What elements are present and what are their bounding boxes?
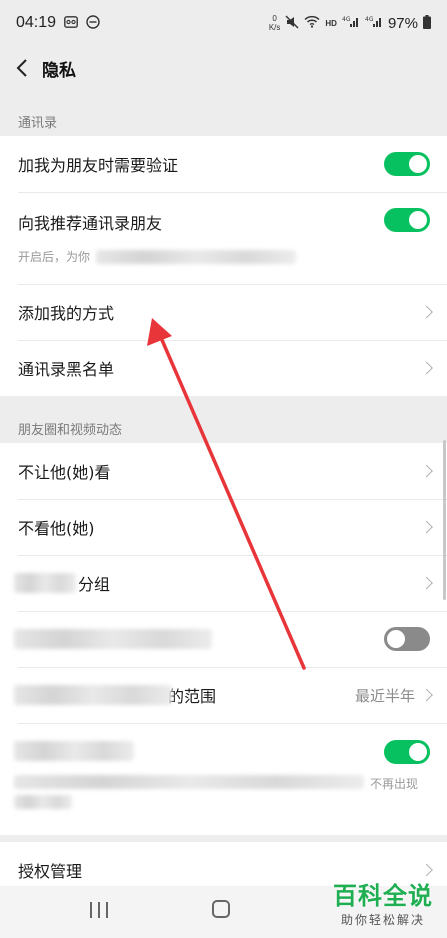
row-recommend-contacts: 向我推荐通讯录朋友 开启后，为你 [0, 192, 447, 284]
contacts-group: 加我为朋友时需要验证 向我推荐通讯录朋友 开启后，为你 添加我的方式 通讯录黑名… [0, 136, 447, 396]
range-value: 最近半年 [354, 686, 415, 705]
status-time: 04:19 [16, 14, 57, 31]
toggle-knob [387, 630, 405, 648]
redacted-text [14, 573, 76, 593]
chevron-right-icon [420, 863, 433, 877]
row-label: 加我为朋友时需要验证 [18, 156, 179, 175]
redacted-text [96, 250, 296, 264]
partial-toggle[interactable] [384, 627, 430, 651]
moments-group: 不让他(她)看 不看他(她) 分组 的范围 最近半年 不再出现 [0, 443, 447, 835]
chevron-right-icon [420, 305, 433, 319]
verify-toggle[interactable] [384, 152, 430, 176]
row-last-setting: 不再出现 [0, 723, 447, 835]
signal-icon-1: 4G [342, 15, 360, 31]
voicemail-icon [64, 15, 78, 31]
row-dont-let-see[interactable]: 不让他(她)看 [0, 443, 447, 499]
page-title: 隐私 [42, 60, 76, 81]
wifi-icon [304, 15, 320, 31]
row-label: 分组 [78, 575, 111, 594]
row-verify-friend: 加我为朋友时需要验证 [0, 136, 447, 192]
network-speed: 0 K/s [268, 14, 281, 32]
row-label: 不让他(她)看 [18, 463, 111, 482]
section-header-moments: 朋友圈和视频动态 [18, 423, 123, 438]
hd-label: HD [325, 18, 337, 28]
redacted-text [14, 795, 72, 809]
status-bar: 04:19 0 K/s HD 4G 4G 97% [0, 0, 447, 46]
toggle-knob [409, 211, 427, 229]
row-label: 通讯录黑名单 [18, 360, 115, 379]
watermark-logo: 百科全说 助你轻松解决 [333, 876, 433, 928]
row-dont-see[interactable]: 不看他(她) [0, 499, 447, 555]
chevron-right-icon [420, 688, 433, 702]
redacted-text [14, 629, 212, 649]
redacted-text [14, 685, 172, 705]
section-header-contacts: 通讯录 [18, 116, 58, 131]
battery-icon [423, 14, 431, 32]
recommend-toggle[interactable] [384, 208, 430, 232]
chevron-right-icon [420, 361, 433, 375]
last-toggle[interactable] [384, 740, 430, 764]
row-label: 不看他(她) [18, 519, 95, 538]
toggle-knob [409, 155, 427, 173]
recent-apps-icon[interactable] [90, 902, 108, 918]
toggle-knob [409, 743, 427, 761]
redacted-text [14, 741, 134, 761]
mute-icon [285, 15, 299, 32]
back-arrow-icon[interactable] [2, 46, 42, 90]
home-icon[interactable] [212, 900, 230, 918]
top-bar: 隐私 [0, 46, 447, 90]
row-blacklist[interactable]: 通讯录黑名单 [0, 340, 447, 396]
watermark-subtitle: 助你轻松解决 [340, 913, 425, 927]
svg-text:4G: 4G [365, 16, 374, 23]
chevron-right-icon [420, 464, 433, 478]
battery-percent: 97% [387, 14, 418, 32]
do-not-disturb-icon [86, 14, 100, 32]
row-label: 授权管理 [18, 862, 83, 881]
row-label: 添加我的方式 [18, 304, 115, 323]
chevron-right-icon [420, 520, 433, 534]
chevron-right-icon [420, 576, 433, 590]
row-label: 的范围 [168, 687, 217, 706]
watermark-title: 百科全说 [333, 882, 433, 910]
row-add-methods[interactable]: 添加我的方式 [0, 284, 447, 340]
last-subtitle: 不再出现 [370, 777, 419, 791]
row-group[interactable]: 分组 [0, 555, 447, 611]
svg-text:4G: 4G [342, 16, 351, 23]
row-partial-toggle [0, 611, 447, 667]
scrollbar[interactable] [443, 440, 446, 600]
redacted-text [14, 775, 364, 789]
signal-icon-2: 4G [365, 15, 383, 31]
row-label: 向我推荐通讯录朋友 [18, 214, 163, 233]
recommend-subtitle: 开启后，为你 [18, 250, 91, 264]
row-visible-range[interactable]: 的范围 最近半年 [0, 667, 447, 723]
